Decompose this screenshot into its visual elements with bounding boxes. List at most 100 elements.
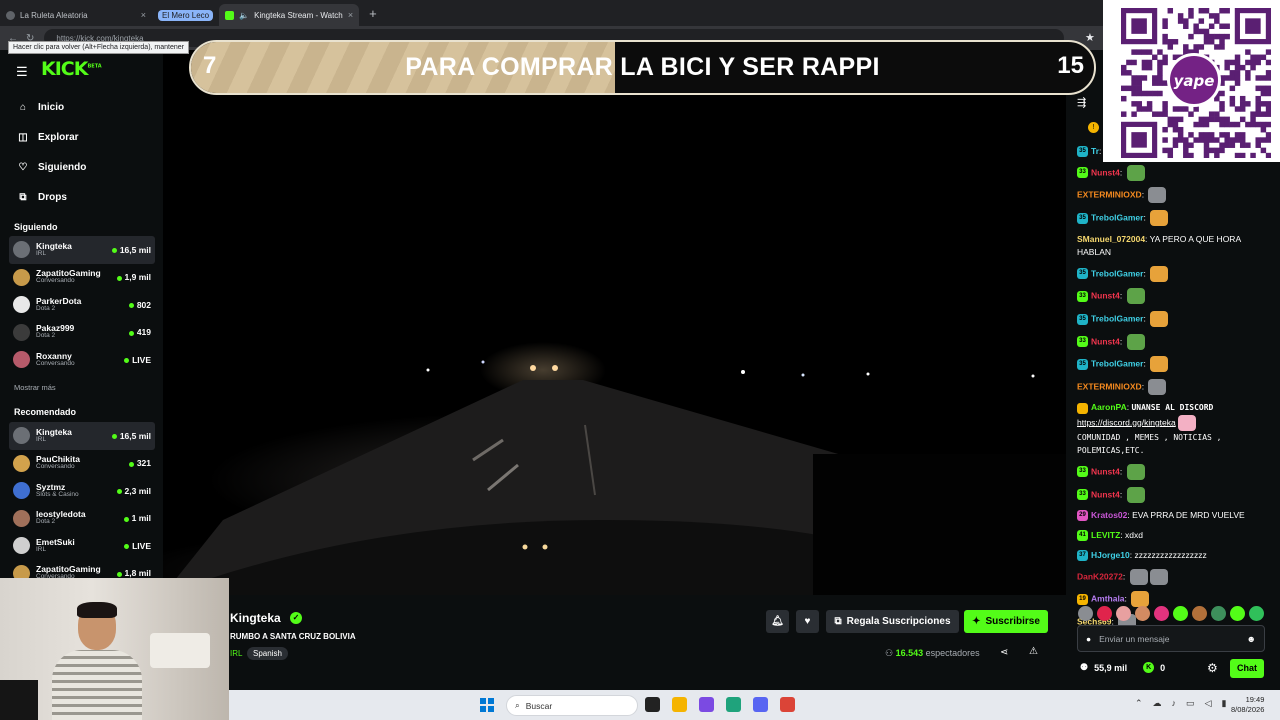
channel-item[interactable]: Kingteka IRL 16,5 mil — [9, 236, 155, 264]
chat-username[interactable]: LEVITZ — [1091, 530, 1120, 540]
chat-username[interactable]: AaronPA — [1091, 402, 1127, 412]
chat-input[interactable]: ● Enviar un mensaje ☻ — [1077, 625, 1265, 652]
cat-emote-icon[interactable] — [1148, 378, 1167, 395]
chat-username[interactable]: HJorge10 — [1091, 550, 1130, 560]
channel-item[interactable]: ZapatitoGaming Conversando 1,9 mil — [9, 264, 155, 292]
nav-item-inicio[interactable]: ⌂ Inicio — [0, 92, 163, 122]
volume-icon[interactable]: ◁ — [1205, 698, 1212, 709]
chat-username[interactable]: EXTERMINIOXD — [1077, 381, 1142, 391]
channel-item[interactable]: ParkerDota Dota 2 802 — [9, 291, 155, 319]
emoji-picker-icon[interactable]: ☻ — [1247, 634, 1256, 644]
frog-emote-icon[interactable] — [1126, 288, 1145, 305]
fire-emote-icon[interactable] — [1150, 311, 1169, 328]
kick-logo-text[interactable]: KICK — [41, 58, 88, 80]
chat-username[interactable]: Nunst4 — [1091, 466, 1120, 476]
emote-heart-icon[interactable] — [1097, 606, 1112, 621]
notifications-bell-button[interactable]: 🔔︎ — [766, 610, 789, 633]
frog-emote-icon[interactable] — [1126, 333, 1145, 350]
hamburger-menu-icon[interactable]: ☰ — [16, 64, 28, 80]
emote-cat-icon[interactable] — [1078, 606, 1093, 621]
edge-icon[interactable] — [726, 697, 741, 712]
copilot-icon[interactable] — [699, 697, 714, 712]
video-player[interactable] — [163, 50, 1066, 595]
taskbar-clock[interactable]: 19:49 8/08/2026 — [1231, 695, 1264, 715]
stream-category[interactable]: IRL — [230, 649, 242, 658]
pinned-icon[interactable]: ! — [1088, 122, 1099, 133]
tab-group-chip[interactable]: El Mero Leco — [152, 4, 219, 26]
chrome-icon[interactable] — [780, 697, 795, 712]
chat-username[interactable]: Amthala — [1091, 594, 1125, 604]
channel-item[interactable]: Kingteka IRL 16,5 mil — [9, 422, 155, 450]
follow-heart-button[interactable]: ♥ — [796, 610, 819, 633]
slash-icon[interactable]: ● — [1086, 634, 1091, 644]
channel-item[interactable]: EmetSuki IRL LIVE — [9, 532, 155, 560]
discord-icon[interactable] — [753, 697, 768, 712]
chat-username[interactable]: TrebolGamer — [1091, 212, 1143, 222]
emote-face-icon[interactable] — [1116, 606, 1131, 621]
browser-tab-ruleta[interactable]: La Ruleta Aleatoria × — [0, 4, 152, 26]
nav-item-siguiendo[interactable]: ♡ Siguiendo — [0, 152, 163, 182]
tab-group-label[interactable]: El Mero Leco — [158, 9, 214, 21]
report-icon[interactable]: ⚠ — [1029, 646, 1038, 657]
fire-emote-icon[interactable] — [1150, 210, 1169, 227]
gift-subs-button[interactable]: ⧉ Regala Suscripciones — [826, 610, 959, 633]
fire-emote-icon[interactable] — [1131, 591, 1150, 608]
taskbar-search-placeholder[interactable]: Buscar — [526, 701, 552, 711]
display-icon[interactable]: ▭ — [1186, 698, 1195, 709]
chat-username[interactable]: TrebolGamer — [1091, 313, 1143, 323]
chat-username[interactable]: SManuel_072004 — [1077, 234, 1145, 244]
emote-box-icon[interactable] — [1192, 606, 1207, 621]
chat-input-placeholder[interactable]: Enviar un mensaje — [1099, 634, 1169, 644]
frog-emote-icon[interactable] — [1126, 486, 1145, 503]
speaker-icon[interactable]: 🔈 — [239, 11, 249, 20]
channel-item[interactable]: Roxanny Conversando LIVE — [9, 346, 155, 374]
streamer-name[interactable]: Kingteka — [230, 611, 281, 625]
emote-chat-icon[interactable] — [1230, 606, 1245, 621]
frog-emote-icon[interactable] — [1126, 463, 1145, 480]
task-view-icon[interactable] — [645, 697, 660, 712]
chat-settings-gear-icon[interactable]: ⚙ — [1207, 661, 1218, 675]
browser-tab-kick[interactable]: 🔈 Kingteka Stream - Watch Live × — [219, 4, 360, 26]
emote-wave-icon[interactable] — [1249, 606, 1264, 621]
chat-username[interactable]: Nunst4 — [1091, 167, 1120, 177]
tray-cloud-icon[interactable]: ☁ — [1153, 698, 1162, 709]
chat-username[interactable]: Kratos02 — [1091, 510, 1127, 520]
channel-item[interactable]: Pakaz999 Dota 2 419 — [9, 319, 155, 347]
cat-emote-icon[interactable] — [1149, 568, 1168, 585]
chat-username[interactable]: Nunst4 — [1091, 489, 1120, 499]
tray-chevron-icon[interactable]: ⌃ — [1135, 698, 1143, 709]
emote-hand-icon[interactable] — [1135, 606, 1150, 621]
emote-cup-icon[interactable] — [1173, 606, 1188, 621]
emote-pink-icon[interactable] — [1154, 606, 1169, 621]
chat-username[interactable]: Nunst4 — [1091, 336, 1120, 346]
bookmark-star-icon[interactable]: ★ — [1085, 31, 1095, 44]
new-tab-button[interactable]: + — [369, 6, 377, 21]
taskbar-search[interactable]: ⌕ Buscar — [506, 695, 638, 716]
chat-username[interactable]: EXTERMINIOXD — [1077, 190, 1142, 200]
close-tab-icon[interactable]: × — [141, 10, 146, 20]
pink-emote-icon[interactable] — [1177, 414, 1196, 431]
windows-start-icon[interactable] — [480, 698, 494, 712]
fire-emote-icon[interactable] — [1150, 356, 1169, 373]
file-explorer-icon[interactable] — [672, 697, 687, 712]
kick-logo[interactable]: KICKBETA — [41, 58, 102, 80]
chat-username[interactable]: Nunst4 — [1091, 291, 1120, 301]
chat-send-button[interactable]: Chat — [1230, 659, 1264, 678]
language-tag[interactable]: Spanish — [247, 647, 288, 660]
subscribe-button[interactable]: ✦ Suscribirse — [964, 610, 1048, 633]
channel-item[interactable]: leostyledota Dota 21 mil — [9, 505, 155, 533]
chat-username[interactable]: DanK20272 — [1077, 571, 1123, 581]
frog-emote-icon[interactable] — [1126, 164, 1145, 181]
nav-item-explorar[interactable]: ◫ Explorar — [0, 122, 163, 152]
share-icon[interactable]: ⋖ — [1000, 647, 1008, 658]
cat-emote-icon[interactable] — [1148, 187, 1167, 204]
collapse-chat-icon[interactable]: ⇶ — [1077, 96, 1086, 109]
emote-frog-icon[interactable] — [1211, 606, 1226, 621]
close-tab-icon[interactable]: × — [348, 10, 353, 20]
discord-link[interactable]: https://discord.gg/kingteka — [1077, 417, 1176, 427]
cat-emote-icon[interactable] — [1129, 568, 1148, 585]
chat-username[interactable]: Tr — [1091, 146, 1099, 156]
fire-emote-icon[interactable] — [1150, 265, 1169, 282]
channel-item[interactable]: Syztmz Slots & Casino 2,3 mil — [9, 477, 155, 505]
mic-icon[interactable]: ♪ — [1172, 698, 1177, 709]
